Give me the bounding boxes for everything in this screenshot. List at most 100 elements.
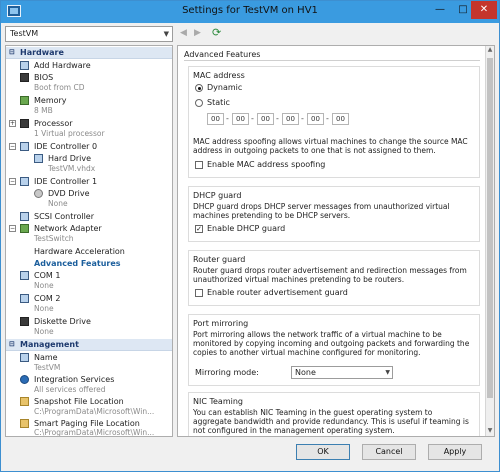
sidebar-item-integration-services[interactable]: Integration Services xyxy=(6,374,172,385)
collapse-icon[interactable]: − xyxy=(9,178,16,185)
router-guard-checkbox[interactable] xyxy=(195,289,203,297)
folder-icon xyxy=(20,397,29,406)
vm-selector-value: TestVM xyxy=(10,29,39,38)
network-adapter-icon xyxy=(20,224,29,233)
mac-separator: - xyxy=(326,114,329,123)
bios-chip-icon xyxy=(20,73,29,82)
sidebar-item-label: SCSI Controller xyxy=(34,212,94,221)
com-port-icon xyxy=(20,294,29,303)
sidebar-item-subtext: TestVM xyxy=(34,363,61,372)
sidebar-item-ide-controller-1[interactable]: − IDE Controller 1 xyxy=(6,176,172,187)
sidebar-item-com1[interactable]: COM 1 xyxy=(6,270,172,281)
mac-octet-field[interactable]: 00 xyxy=(282,113,299,125)
sidebar-item-diskette-drive[interactable]: Diskette Drive xyxy=(6,316,172,327)
scroll-up-icon[interactable]: ▲ xyxy=(486,46,494,55)
group-title: DHCP guard xyxy=(193,191,242,200)
sidebar-item-subtext: Boot from CD xyxy=(34,83,85,92)
sidebar-item-label: Integration Services xyxy=(34,375,115,384)
sidebar-item-ide-controller-0[interactable]: − IDE Controller 0 xyxy=(6,141,172,152)
group-title: NIC Teaming xyxy=(193,397,243,406)
sidebar-item-add-hardware[interactable]: Add Hardware xyxy=(6,60,172,71)
vm-selector-dropdown[interactable]: TestVM ▼ xyxy=(5,26,173,42)
sidebar-item-snapshot-location[interactable]: Snapshot File Location xyxy=(6,396,172,407)
sidebar-item-label: COM 2 xyxy=(34,294,61,303)
group-title: Port mirroring xyxy=(193,319,249,328)
memory-icon xyxy=(20,96,29,105)
sidebar-item-hardware-acceleration[interactable]: Hardware Acceleration xyxy=(6,246,172,257)
panel-title: Advanced Features xyxy=(184,50,261,59)
mac-octet-field[interactable]: 00 xyxy=(332,113,349,125)
close-button[interactable]: ✕ xyxy=(471,1,497,19)
dvd-disc-icon xyxy=(34,189,43,198)
controller-icon xyxy=(20,177,29,186)
vertical-scrollbar[interactable]: ▲ ▼ xyxy=(485,46,494,436)
router-guard-description: Router guard drops router advertisement … xyxy=(193,266,467,284)
sidebar-item-network-adapter[interactable]: − Network Adapter xyxy=(6,223,172,234)
mac-octet-field[interactable]: 00 xyxy=(307,113,324,125)
sidebar-item-memory[interactable]: Memory xyxy=(6,95,172,106)
collapse-icon[interactable]: ⊟ xyxy=(9,47,15,58)
com-port-icon xyxy=(20,271,29,280)
sidebar-item-label: BIOS xyxy=(34,73,54,82)
title-bar[interactable]: Settings for TestVM on HV1 — □ ✕ xyxy=(1,1,499,23)
mac-separator: - xyxy=(251,114,254,123)
chevron-down-icon: ▼ xyxy=(385,369,390,376)
sidebar-item-hard-drive[interactable]: Hard Drive xyxy=(6,153,172,164)
window-title: Settings for TestVM on HV1 xyxy=(182,5,318,16)
sidebar-item-name[interactable]: Name xyxy=(6,352,172,363)
mac-separator: - xyxy=(226,114,229,123)
divider xyxy=(184,60,480,61)
refresh-icon[interactable]: ⟳ xyxy=(212,26,221,39)
sidebar-item-subtext: None xyxy=(34,327,54,336)
mac-spoofing-checkbox[interactable] xyxy=(195,161,203,169)
hardware-section-header[interactable]: ⊟ Hardware xyxy=(6,47,172,59)
sidebar-item-com2[interactable]: COM 2 xyxy=(6,293,172,304)
sidebar-item-advanced-features[interactable]: Advanced Features xyxy=(6,258,172,269)
management-header-label: Management xyxy=(20,340,79,349)
mirroring-mode-label: Mirroring mode: xyxy=(195,368,259,377)
apply-button[interactable]: Apply xyxy=(428,444,482,460)
dynamic-mac-radio[interactable] xyxy=(195,84,203,92)
mac-address-group: MAC address Dynamic Static 00 - 00 - 00 … xyxy=(188,66,480,178)
sidebar-item-bios[interactable]: BIOS xyxy=(6,72,172,83)
scroll-down-icon[interactable]: ▼ xyxy=(486,427,494,436)
collapse-icon[interactable]: ⊟ xyxy=(9,339,15,350)
sidebar-item-label: Advanced Features xyxy=(34,259,121,268)
sidebar-item-label: Name xyxy=(34,353,58,362)
sidebar-item-dvd-drive[interactable]: DVD Drive xyxy=(6,188,172,199)
minimize-button[interactable]: — xyxy=(428,1,452,19)
controller-icon xyxy=(20,212,29,221)
sidebar-item-label: DVD Drive xyxy=(48,189,90,198)
checkbox-label: Enable DHCP guard xyxy=(207,224,286,233)
mirroring-mode-dropdown[interactable]: None ▼ xyxy=(291,366,393,379)
sidebar-item-label: Diskette Drive xyxy=(34,317,91,326)
hard-drive-icon xyxy=(34,154,43,163)
integration-services-icon xyxy=(20,375,29,384)
controller-icon xyxy=(20,142,29,151)
mac-octet-field[interactable]: 00 xyxy=(257,113,274,125)
mac-spoofing-description: MAC address spoofing allows virtual mach… xyxy=(193,137,468,155)
sidebar-item-scsi-controller[interactable]: SCSI Controller xyxy=(6,211,172,222)
group-title: MAC address xyxy=(193,71,245,80)
forward-arrow-icon[interactable]: ▶ xyxy=(194,28,201,38)
cancel-button[interactable]: Cancel xyxy=(362,444,416,460)
advanced-features-content: Advanced Features MAC address Dynamic St… xyxy=(178,46,486,436)
dhcp-guard-checkbox[interactable]: ✓ xyxy=(195,225,203,233)
mac-octet-field[interactable]: 00 xyxy=(207,113,224,125)
collapse-icon[interactable]: − xyxy=(9,225,16,232)
expand-icon[interactable]: + xyxy=(9,120,16,127)
name-tag-icon xyxy=(20,353,29,362)
sidebar-item-processor[interactable]: + Processor xyxy=(6,118,172,129)
sidebar-item-subtext: None xyxy=(34,304,54,313)
static-mac-radio[interactable] xyxy=(195,99,203,107)
sidebar-item-subtext: C:\ProgramData\Microsoft\Win... xyxy=(34,428,155,437)
sidebar-item-subtext: None xyxy=(34,281,54,290)
sidebar-item-subtext: All services offered xyxy=(34,385,106,394)
port-mirroring-group: Port mirroring Port mirroring allows the… xyxy=(188,314,480,386)
scroll-thumb[interactable] xyxy=(487,58,493,398)
ok-button[interactable]: OK xyxy=(296,444,350,460)
management-section-header[interactable]: ⊟ Management xyxy=(6,339,172,351)
back-arrow-icon[interactable]: ◀ xyxy=(180,28,187,38)
mac-octet-field[interactable]: 00 xyxy=(232,113,249,125)
collapse-icon[interactable]: − xyxy=(9,143,16,150)
